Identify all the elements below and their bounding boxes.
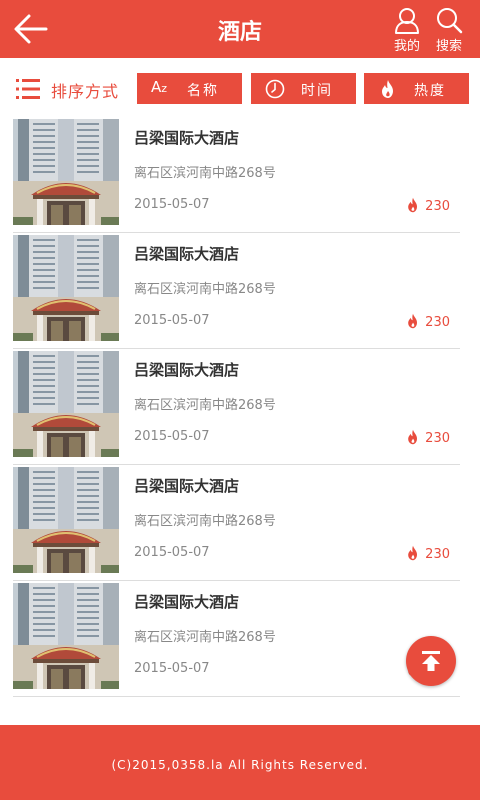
hotel-list-item[interactable]: 吕梁国际大酒店 离石区滨河南中路268号 2015-05-07 230: [13, 349, 460, 465]
sort-label: 排序方式: [51, 82, 120, 101]
hotel-list-item[interactable]: 吕梁国际大酒店 离石区滨河南中路268号 2015-05-07 230: [13, 233, 460, 349]
footer: (C)2015,0358.la All Rights Reserved.: [0, 725, 480, 800]
flame-icon: [408, 429, 418, 445]
hotel-popularity-count: 230: [425, 547, 450, 562]
hotel-address: 离石区滨河南中路268号: [134, 282, 276, 297]
hotel-date: 2015-05-07: [134, 545, 210, 560]
hotel-thumbnail: [13, 467, 119, 573]
top-bar: 酒店 我的 搜索: [0, 0, 480, 58]
hotel-popularity-count: 230: [425, 315, 450, 330]
hotel-popularity: 230: [405, 313, 450, 330]
hotel-list-item[interactable]: 吕梁国际大酒店 离石区滨河南中路268号 2015-05-07 230: [13, 117, 460, 233]
sort-by-time-button[interactable]: 时间: [251, 73, 356, 104]
hotel-popularity: 230: [405, 545, 450, 562]
copyright-text: (C)2015,0358.la All Rights Reserved.: [111, 758, 369, 772]
hotel-list-item[interactable]: 吕梁国际大酒店 离石区滨河南中路268号 2015-05-07 230: [13, 465, 460, 581]
hotel-address: 离石区滨河南中路268号: [134, 398, 276, 413]
hotel-address: 离石区滨河南中路268号: [134, 166, 276, 181]
sort-by-name-button[interactable]: Az 名称: [137, 73, 242, 104]
hotel-name: 吕梁国际大酒店: [134, 245, 240, 263]
scroll-to-top-button[interactable]: [406, 636, 456, 686]
hotel-date: 2015-05-07: [134, 313, 210, 328]
sort-by-time-label: 时间: [301, 83, 333, 99]
search-button[interactable]: 搜索: [429, 6, 469, 54]
sort-by-name-label: 名称: [187, 83, 219, 99]
mine-label: 我的: [393, 39, 420, 54]
sort-by-popularity-label: 热度: [414, 83, 446, 99]
arrow-up-to-top-icon: [422, 651, 440, 671]
list-icon: [16, 79, 40, 99]
hotel-date: 2015-05-07: [134, 661, 210, 676]
flame-icon: [382, 80, 393, 98]
sort-bar: 排序方式 Az 名称 时间 热度: [0, 58, 480, 116]
hotel-name: 吕梁国际大酒店: [134, 593, 240, 611]
hotel-thumbnail: [13, 583, 119, 689]
hotel-address: 离石区滨河南中路268号: [134, 630, 276, 645]
flame-icon: [408, 545, 418, 561]
search-label: 搜索: [435, 39, 462, 54]
hotel-list: 吕梁国际大酒店 离石区滨河南中路268号 2015-05-07 230 吕梁国际…: [13, 117, 460, 697]
hotel-popularity-count: 230: [425, 199, 450, 214]
az-icon: Az: [151, 78, 168, 96]
hotel-popularity: 230: [405, 197, 450, 214]
hotel-thumbnail: [13, 119, 119, 225]
hotel-list-item[interactable]: 吕梁国际大酒店 离石区滨河南中路268号 2015-05-07 230: [13, 581, 460, 697]
user-icon: [395, 8, 419, 34]
hotel-name: 吕梁国际大酒店: [134, 477, 240, 495]
hotel-date: 2015-05-07: [134, 197, 210, 212]
mine-button[interactable]: 我的: [387, 6, 427, 54]
search-icon: [437, 8, 463, 34]
hotel-thumbnail: [13, 235, 119, 341]
hotel-popularity: 230: [405, 429, 450, 446]
hotel-name: 吕梁国际大酒店: [134, 129, 240, 147]
hotel-address: 离石区滨河南中路268号: [134, 514, 276, 529]
hotel-popularity-count: 230: [425, 431, 450, 446]
hotel-date: 2015-05-07: [134, 429, 210, 444]
flame-icon: [408, 313, 418, 329]
flame-icon: [408, 197, 418, 213]
clock-icon: [265, 79, 285, 99]
hotel-name: 吕梁国际大酒店: [134, 361, 240, 379]
hotel-thumbnail: [13, 351, 119, 457]
sort-by-popularity-button[interactable]: 热度: [364, 73, 469, 104]
